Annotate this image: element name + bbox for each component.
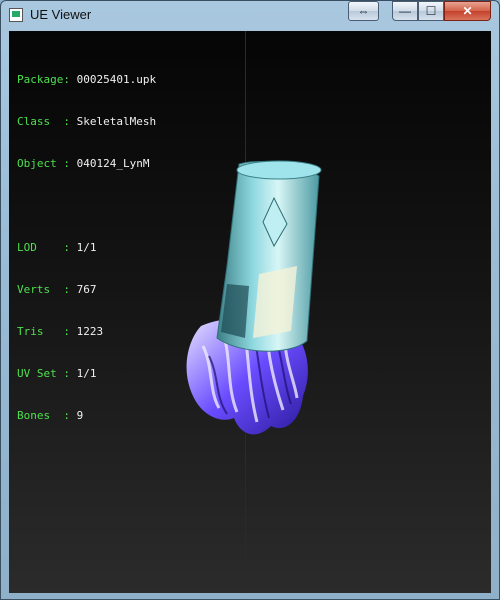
info-label: Package:	[17, 73, 70, 86]
info-label: Bones :	[17, 409, 70, 422]
minimize-icon: —	[399, 4, 411, 18]
info-row-package: Package: 00025401.upk	[17, 73, 156, 87]
info-label: LOD :	[17, 241, 70, 254]
info-label: UV Set :	[17, 367, 70, 380]
app-window: UE Viewer ⇔ — ☐ ✕ Package: 00025401.upk …	[0, 0, 500, 600]
info-value: 1/1	[76, 367, 97, 380]
close-icon: ✕	[462, 4, 473, 18]
brush-handle	[216, 160, 322, 352]
info-value: 1/1	[76, 241, 97, 254]
info-value: 00025401.upk	[76, 73, 157, 86]
minimize-button[interactable]: —	[392, 1, 418, 21]
info-value: 767	[76, 283, 97, 296]
skeletal-mesh-model	[186, 160, 322, 435]
info-label: Tris :	[17, 325, 70, 338]
info-row-object: Object : 040124_LynM	[17, 157, 156, 171]
3d-viewport[interactable]: Package: 00025401.upk Class : SkeletalMe…	[9, 31, 491, 593]
info-value: 9	[76, 409, 84, 422]
info-value: 1223	[76, 325, 104, 338]
swap-button[interactable]: ⇔	[348, 1, 379, 21]
swap-icon: ⇔	[357, 4, 370, 18]
info-label: Class :	[17, 115, 70, 128]
mesh-info-panel: Package: 00025401.upk Class : SkeletalMe…	[17, 45, 156, 451]
close-button[interactable]: ✕	[444, 1, 491, 21]
info-label: Verts :	[17, 283, 70, 296]
title-bar[interactable]: UE Viewer ⇔ — ☐ ✕	[1, 1, 499, 31]
window-title: UE Viewer	[30, 7, 92, 22]
info-label: Object :	[17, 157, 70, 170]
maximize-button[interactable]: ☐	[418, 1, 444, 21]
info-row-lod: LOD : 1/1	[17, 241, 156, 255]
info-row-tris: Tris : 1223	[17, 325, 156, 339]
maximize-icon: ☐	[425, 4, 437, 18]
info-row-class: Class : SkeletalMesh	[17, 115, 156, 129]
app-icon	[9, 8, 23, 22]
info-value: 040124_LynM	[76, 157, 150, 170]
info-value: SkeletalMesh	[76, 115, 157, 128]
info-row-bones: Bones : 9	[17, 409, 156, 423]
info-row-verts: Verts : 767	[17, 283, 156, 297]
info-row-uvset: UV Set : 1/1	[17, 367, 156, 381]
